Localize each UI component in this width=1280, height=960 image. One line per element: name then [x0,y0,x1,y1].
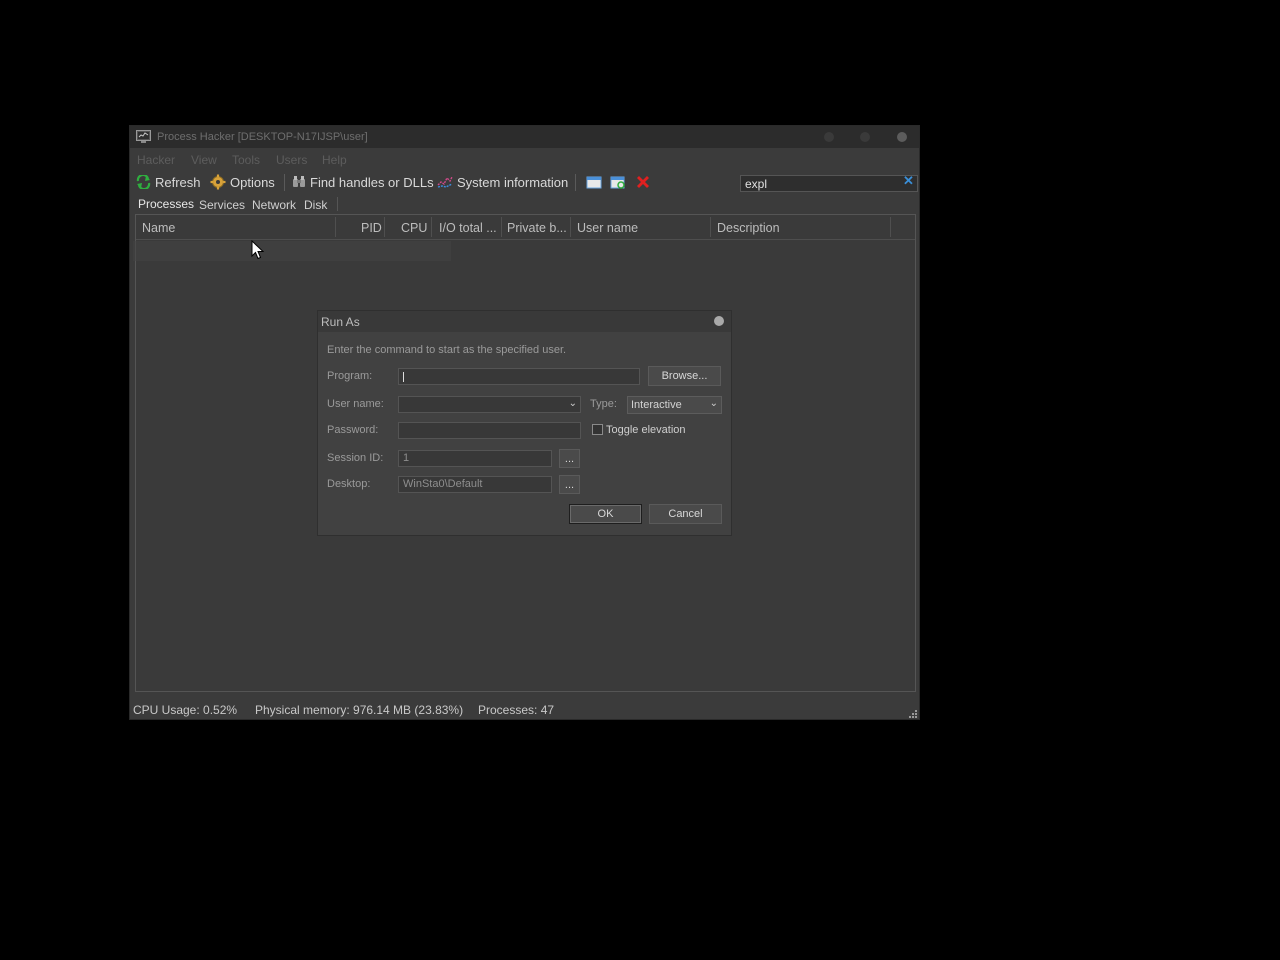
password-label: Password: [327,424,379,436]
window-icon[interactable] [586,175,602,190]
column-private-bytes[interactable]: Private b... [507,221,567,235]
desktop-input[interactable]: WinSta0\Default [398,476,552,493]
maximize-button[interactable] [860,132,870,142]
minimize-button[interactable] [824,132,834,142]
mouse-cursor-icon [251,240,265,260]
column-divider[interactable] [501,217,502,237]
column-io-total[interactable]: I/O total ... [439,221,497,235]
username-label: User name: [327,398,384,410]
column-user-name[interactable]: User name [577,221,638,235]
tab-disk[interactable]: Disk [304,198,327,212]
find-handles-button[interactable]: Find handles or DLLs [292,173,434,191]
cpu-usage-status: CPU Usage: 0.52% [133,703,238,717]
find-handles-label: Find handles or DLLs [310,174,434,190]
username-combobox[interactable]: ⌄ [398,396,581,413]
text-caret [403,372,404,382]
search-input[interactable] [740,175,918,192]
gear-icon [210,174,226,190]
process-hacker-app-icon [136,130,151,143]
cancel-button[interactable]: Cancel [649,504,722,524]
desktop-browse-button[interactable]: ... [559,475,580,494]
type-label: Type: [590,398,617,410]
menu-bar: Hacker View Tools Users Help [130,148,919,170]
menu-hacker[interactable]: Hacker [137,153,175,167]
column-divider[interactable] [431,217,432,237]
refresh-icon [136,175,151,189]
refresh-button[interactable]: Refresh [136,173,201,191]
session-id-label: Session ID: [327,452,384,464]
menu-users[interactable]: Users [276,153,307,167]
clear-search-icon[interactable]: ✕ [903,173,914,189]
column-divider[interactable] [890,217,891,237]
close-button[interactable] [897,132,907,142]
options-label: Options [230,174,275,190]
dialog-title-bar[interactable]: Run As [318,311,731,332]
toolbar-separator [575,174,576,191]
processes-count-status: Processes: 47 [478,703,555,717]
program-input[interactable] [398,368,640,385]
toggle-elevation-label[interactable]: Toggle elevation [606,424,686,436]
tab-network[interactable]: Network [252,198,296,212]
refresh-label: Refresh [155,174,201,190]
tab-processes[interactable]: Processes [138,197,194,211]
find-window-icon[interactable] [610,175,626,190]
menu-view[interactable]: View [191,153,217,167]
type-select[interactable]: Interactive ⌄ [627,396,722,414]
column-divider[interactable] [335,217,336,237]
chevron-down-icon: ⌄ [709,398,718,409]
resize-grip-icon[interactable] [909,710,917,718]
system-information-icon [437,176,453,188]
dialog-instruction: Enter the command to start as the specif… [327,344,567,356]
menu-tools[interactable]: Tools [232,153,260,167]
menu-help[interactable]: Help [322,153,347,167]
password-input[interactable] [398,422,581,439]
status-bar: CPU Usage: 0.52% Physical memory: 976.14… [130,698,919,720]
run-as-dialog: Run As Enter the command to start as the… [317,310,732,536]
tab-services[interactable]: Services [199,198,245,212]
browse-button[interactable]: Browse... [648,366,721,386]
toolbar: Refresh Options Find handles or DLLs Sys… [130,170,919,194]
options-button[interactable]: Options [210,173,275,191]
column-description[interactable]: Description [717,221,780,235]
session-id-input[interactable]: 1 [398,450,552,467]
table-row[interactable] [133,241,451,261]
dialog-close-button[interactable] [714,316,724,326]
tab-bar: Processes Services Network Disk [130,194,919,214]
physical-memory-status: Physical memory: 976.14 MB (23.83%) [255,703,464,717]
column-divider[interactable] [570,217,571,237]
system-information-label: System information [457,174,569,190]
dialog-title: Run As [321,315,360,329]
ok-button[interactable]: OK [569,504,642,524]
terminate-close-icon[interactable] [635,175,651,190]
tab-separator [337,197,338,211]
toolbar-separator [284,174,285,191]
desktop-label: Desktop: [327,478,371,490]
system-information-button[interactable]: System information [437,173,568,191]
session-id-browse-button[interactable]: ... [559,449,580,468]
window-title: Process Hacker [DESKTOP-N17IJSP\user] [157,131,368,143]
process-list-header: Name PID CPU I/O total ... Private b... … [136,215,915,240]
binoculars-icon [293,176,305,187]
column-divider[interactable] [710,217,711,237]
chevron-down-icon: ⌄ [568,398,577,409]
title-bar[interactable]: Process Hacker [DESKTOP-N17IJSP\user] [130,126,919,148]
program-label: Program: [327,370,373,382]
column-divider[interactable] [384,217,385,237]
toggle-elevation-checkbox[interactable] [592,424,603,435]
column-pid[interactable]: PID [361,221,382,235]
column-cpu[interactable]: CPU [401,221,427,235]
column-name[interactable]: Name [142,221,175,235]
